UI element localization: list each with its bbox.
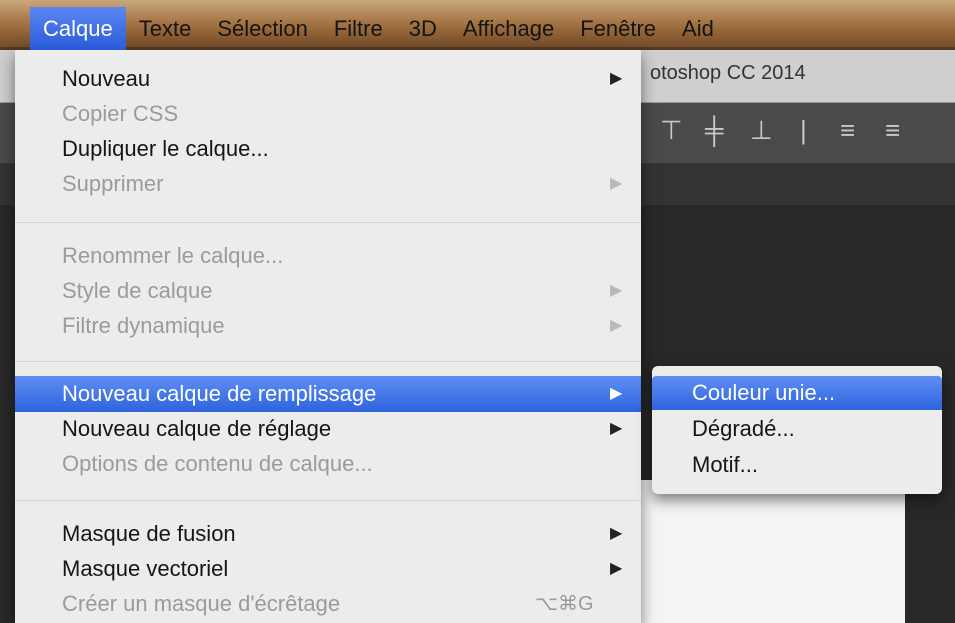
menu-item-label: Dupliquer le calque... (62, 136, 269, 161)
menu-separator (15, 500, 641, 501)
menu-item-masque-fusion[interactable]: Masque de fusion ▶ (15, 516, 641, 552)
remplissage-submenu: Couleur unie... Dégradé... Motif... (652, 366, 942, 494)
align-bottom-icon[interactable]: ⊥ (750, 115, 773, 146)
submenu-arrow-icon: ▶ (610, 525, 623, 542)
menu-item-label: Masque de fusion (62, 521, 236, 546)
menu-item-label: Renommer le calque... (62, 243, 284, 268)
submenu-arrow-icon: ▶ (610, 282, 623, 299)
align-vcenter-icon[interactable]: ╪ (705, 115, 723, 146)
calque-menu: Nouveau ▶ Copier CSS Dupliquer le calque… (15, 50, 641, 623)
menu-separator (15, 361, 641, 362)
app-title: otoshop CC 2014 (650, 62, 806, 84)
menu-item-label: Nouveau calque de remplissage (62, 381, 377, 406)
submenu-item-couleur-unie[interactable]: Couleur unie... (652, 376, 942, 410)
menu-item-label: Créer un masque d'écrêtage (62, 591, 341, 616)
menubar-item-calque[interactable]: Calque (30, 7, 126, 50)
submenu-arrow-icon: ▶ (610, 317, 623, 334)
menu-item-label: Style de calque (62, 278, 213, 303)
menu-item-supprimer: Supprimer ▶ (15, 166, 641, 202)
menubar-item-aide[interactable]: Aid (669, 7, 727, 50)
menu-separator (15, 222, 641, 223)
menu-item-label: Filtre dynamique (62, 313, 225, 338)
submenu-arrow-icon: ▶ (610, 385, 623, 402)
menu-item-label: Nouveau (62, 66, 151, 91)
align-top-icon[interactable]: ⊤ (660, 115, 683, 146)
keyboard-shortcut: ⌥⌘G (535, 593, 594, 615)
menu-item-masque-vectoriel[interactable]: Masque vectoriel ▶ (15, 551, 641, 587)
menubar-item-filtre[interactable]: Filtre (321, 7, 396, 50)
menu-item-dupliquer-calque[interactable]: Dupliquer le calque... (15, 131, 641, 167)
submenu-arrow-icon: ▶ (610, 420, 623, 437)
submenu-item-label: Couleur unie... (692, 380, 836, 405)
menu-item-style-calque: Style de calque ▶ (15, 273, 641, 309)
menu-item-nouveau[interactable]: Nouveau ▶ (15, 61, 641, 97)
menu-bar: Calque Texte Sélection Filtre 3D Afficha… (0, 0, 955, 50)
submenu-item-motif[interactable]: Motif... (652, 448, 942, 482)
submenu-item-label: Dégradé... (692, 416, 795, 441)
menu-item-nouveau-calque-remplissage[interactable]: Nouveau calque de remplissage ▶ (15, 376, 641, 412)
menu-item-nouveau-calque-reglage[interactable]: Nouveau calque de réglage ▶ (15, 411, 641, 447)
submenu-item-degrade[interactable]: Dégradé... (652, 412, 942, 446)
menu-item-label: Options de contenu de calque... (62, 451, 373, 476)
menubar-item-affichage[interactable]: Affichage (450, 7, 567, 50)
menubar-item-selection[interactable]: Sélection (204, 7, 321, 50)
menu-item-label: Nouveau calque de réglage (62, 416, 332, 441)
menu-item-label: Copier CSS (62, 101, 179, 126)
menu-item-creer-masque-ecretage: Créer un masque d'écrêtage ⌥⌘G (15, 586, 641, 622)
document-canvas (640, 480, 905, 623)
submenu-arrow-icon: ▶ (610, 175, 623, 192)
menu-item-copier-css: Copier CSS (15, 96, 641, 132)
menu-item-label: Masque vectoriel (62, 556, 229, 581)
submenu-arrow-icon: ▶ (610, 70, 623, 87)
menubar-item-texte[interactable]: Texte (126, 7, 205, 50)
submenu-arrow-icon: ▶ (610, 560, 623, 577)
menu-item-filtre-dynamique: Filtre dynamique ▶ (15, 308, 641, 344)
divider-icon: | (800, 115, 807, 145)
distribute-top-icon[interactable]: ≡ (840, 115, 855, 146)
submenu-item-label: Motif... (692, 452, 759, 477)
menubar-item-fenetre[interactable]: Fenêtre (567, 7, 669, 50)
menu-item-options-contenu-calque: Options de contenu de calque... (15, 446, 641, 482)
distribute-vcenter-icon[interactable]: ≡ (885, 115, 900, 146)
menu-item-renommer-calque: Renommer le calque... (15, 238, 641, 274)
menu-item-label: Supprimer (62, 171, 164, 196)
menubar-item-3d[interactable]: 3D (396, 7, 450, 50)
